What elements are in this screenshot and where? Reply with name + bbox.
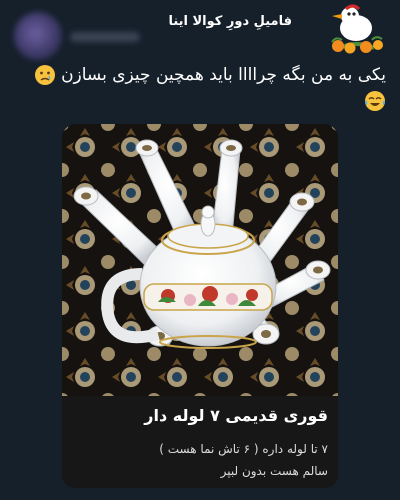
marketplace-caption: قوری قدیمی ۷ لوله دار ۷ تا لوله داره ( ۶… — [62, 396, 338, 488]
tweet-text: یکی به من بگه چراااا باید همچین چیزی بسا… — [14, 62, 386, 114]
caption-line-2: سالم هست بدون لبپر — [220, 464, 328, 478]
author-name[interactable]: فامیلِ دورِ کوالا اینا — [168, 14, 292, 29]
tears-of-joy-emoji-icon — [365, 91, 385, 111]
caption-line-1: ۷ تا لوله داره ( ۶ تاش نما هست ) — [159, 442, 328, 456]
media-card[interactable]: قوری قدیمی ۷ لوله دار ۷ تا لوله داره ( ۶… — [62, 124, 338, 488]
author-avatar[interactable] — [14, 12, 62, 60]
caption-title: قوری قدیمی ۷ لوله دار — [144, 406, 328, 425]
author-handle-blurred — [70, 32, 140, 42]
teapot-photo[interactable] — [62, 124, 338, 396]
crying-face-emoji-icon — [34, 65, 55, 85]
tweet-body: یکی به من بگه چراااا باید همچین چیزی بسا… — [61, 65, 386, 85]
duck-mascot-icon — [331, 4, 383, 54]
